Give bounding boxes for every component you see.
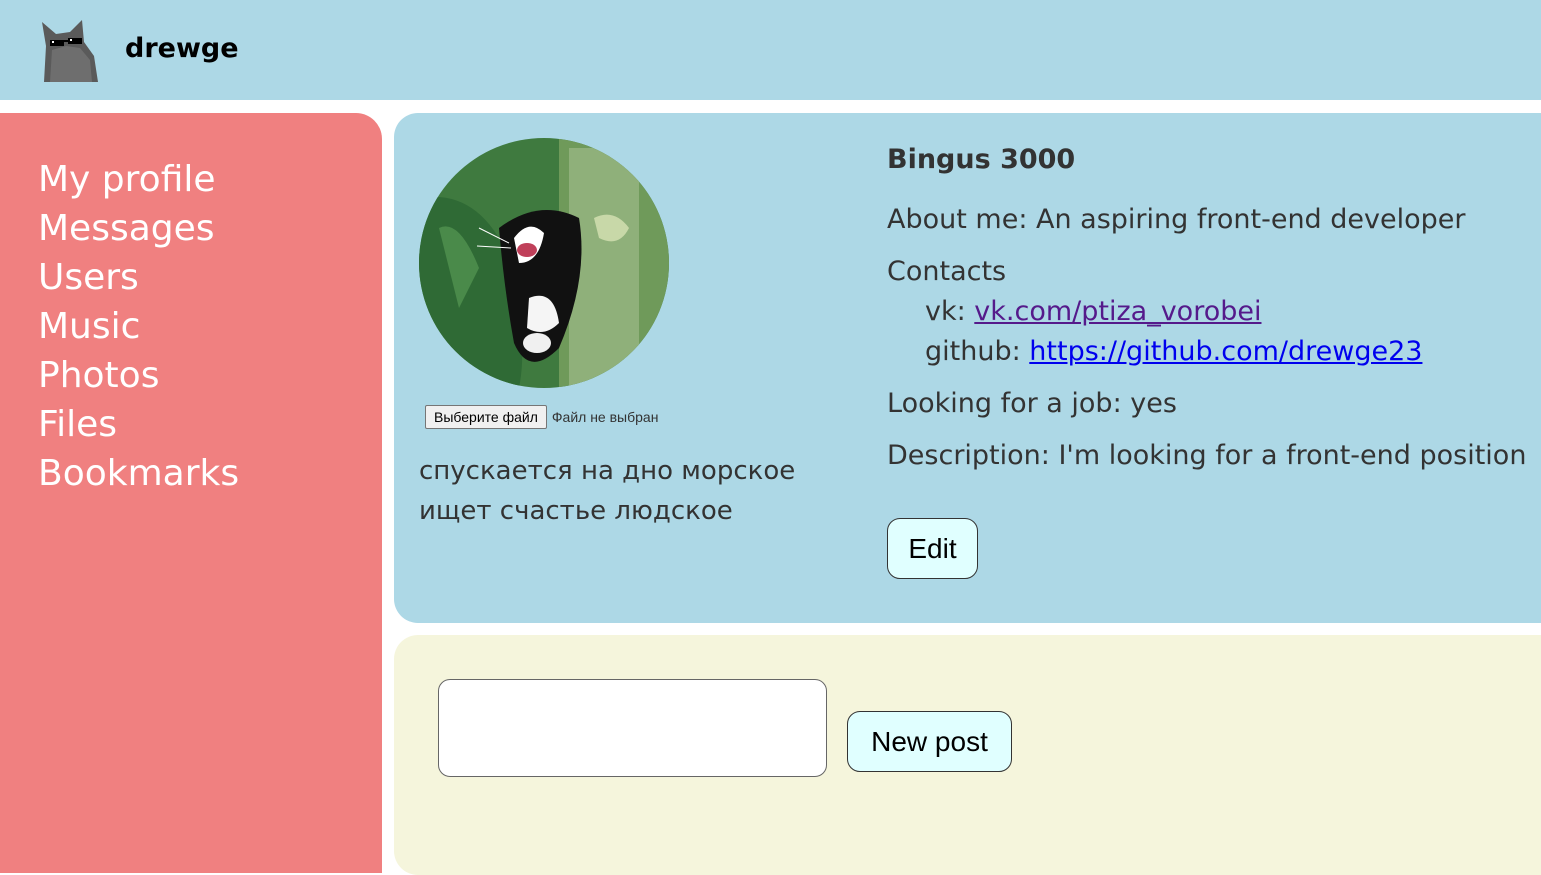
sidebar-item-my-profile[interactable]: My profile — [38, 155, 239, 204]
looking-for-job: Looking for a job: yes — [887, 388, 1177, 419]
profile-status[interactable]: спускается на дно морское ищет счастье л… — [419, 451, 859, 531]
app-header: drewge — [0, 0, 1541, 100]
sidebar-item-music[interactable]: Music — [38, 302, 239, 351]
new-post-button[interactable]: New post — [847, 711, 1012, 772]
sidebar: My profile Messages Users Music Photos F… — [0, 113, 382, 873]
sidebar-item-photos[interactable]: Photos — [38, 351, 239, 400]
profile-info: Bingus 3000 About me: An aspiring front-… — [887, 140, 1526, 579]
posts-card: New post — [394, 635, 1541, 875]
contact-github-label: github: — [925, 336, 1030, 367]
new-post-input[interactable] — [438, 679, 827, 777]
job-description: Description: I'm looking for a front-end… — [887, 440, 1527, 471]
cat-with-sunglasses-icon[interactable] — [36, 16, 104, 84]
sidebar-item-files[interactable]: Files — [38, 400, 239, 449]
profile-name: Bingus 3000 — [887, 144, 1076, 175]
sidebar-item-messages[interactable]: Messages — [38, 204, 239, 253]
about-me: About me: An aspiring front-end develope… — [887, 204, 1466, 235]
file-status-text: Файл не выбран — [551, 409, 659, 425]
sidebar-item-bookmarks[interactable]: Bookmarks — [38, 449, 239, 498]
sidebar-item-users[interactable]: Users — [38, 253, 239, 302]
contact-vk-label: vk: — [925, 296, 975, 327]
contact-vk: vk: vk.com/ptiza_vorobei — [887, 292, 1526, 332]
avatar-upload: Выберите файл Файл не выбран — [425, 405, 658, 429]
sidebar-nav: My profile Messages Users Music Photos F… — [38, 155, 239, 498]
contacts: Contacts vk: vk.com/ptiza_vorobei github… — [887, 252, 1526, 372]
profile-card: Выберите файл Файл не выбран спускается … — [394, 113, 1541, 623]
contact-vk-link[interactable]: vk.com/ptiza_vorobei — [974, 296, 1261, 327]
contact-github: github: https://github.com/drewge23 — [887, 332, 1526, 372]
app-title: drewge — [125, 33, 239, 64]
contacts-title: Contacts — [887, 256, 1007, 287]
edit-button[interactable]: Edit — [887, 518, 978, 579]
avatar — [419, 138, 669, 388]
contact-github-link[interactable]: https://github.com/drewge23 — [1029, 336, 1422, 367]
choose-file-button[interactable]: Выберите файл — [425, 405, 547, 429]
